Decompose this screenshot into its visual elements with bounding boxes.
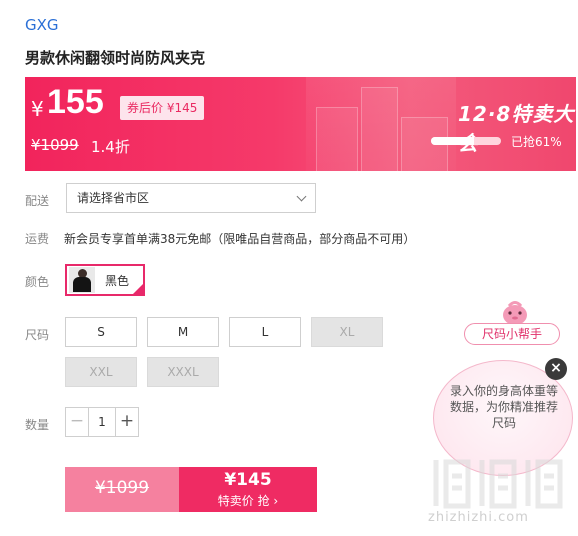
quantity-label: 数量	[25, 418, 50, 432]
color-option-label: 黑色	[105, 274, 130, 288]
buy-cta-label: 特卖价 抢 ›	[217, 494, 279, 508]
color-label: 颜色	[25, 275, 50, 289]
watermark-logo-icon	[433, 459, 563, 509]
sold-progress-text: 已抢61%	[511, 135, 562, 149]
size-helper-button[interactable]: 尺码小帮手	[464, 323, 560, 345]
size-option-m[interactable]: M	[147, 317, 219, 347]
chevron-down-icon	[296, 191, 307, 202]
coupon-price-tag: 券后价 ¥145	[120, 96, 205, 120]
size-label: 尺码	[25, 328, 50, 342]
region-select[interactable]: 请选择省市区	[66, 183, 316, 213]
size-option-xxl: XXL	[65, 357, 137, 387]
size-option-l[interactable]: L	[229, 317, 301, 347]
brand-name[interactable]: GXG	[25, 16, 59, 34]
buy-now-button[interactable]: ¥145 特卖价 抢 ›	[179, 467, 317, 512]
minus-icon[interactable]: −	[66, 408, 89, 436]
original-price: ¥1099	[31, 136, 79, 154]
original-price-button[interactable]: ¥1099	[65, 467, 179, 512]
plus-icon[interactable]: +	[115, 408, 138, 436]
watermark-site: zhizhizhi.com	[428, 510, 529, 525]
sold-progress-bar	[431, 137, 501, 145]
buy-sale-price: ¥145	[224, 470, 272, 490]
buy-original-price: ¥1099	[94, 478, 150, 498]
color-swatch-thumbnail	[69, 267, 95, 293]
size-helper-text: 录入你的身高体重等数据，为你精准推荐尺码	[450, 384, 559, 430]
color-option-black[interactable]: 黑色 ✓	[65, 264, 145, 296]
currency-symbol: ¥	[31, 97, 44, 121]
sold-progress-fill	[431, 137, 474, 145]
discount-rate: 1.4折	[91, 138, 130, 156]
product-title: 男款休闲翻领时尚防风夹克	[25, 49, 206, 67]
region-select-value: 请选择省市区	[77, 191, 150, 205]
sale-price: 155	[47, 83, 104, 121]
check-icon: ✓	[135, 283, 142, 292]
price-banner: ¥ 155 券后价 ¥145 ¥1099 1.4折 12·8特卖大会 已抢61%	[25, 77, 576, 171]
shipping-label: 运费	[25, 232, 50, 246]
size-option-xl: XL	[311, 317, 383, 347]
size-option-s[interactable]: S	[65, 317, 137, 347]
size-option-xxxl: XXXL	[147, 357, 219, 387]
quantity-stepper: − 1 +	[65, 407, 139, 437]
shipping-info: 新会员专享首单满38元免邮（限唯品自营商品，部分商品不可用）	[64, 232, 416, 246]
close-icon[interactable]: ×	[545, 358, 567, 380]
mascot-icon	[503, 301, 527, 325]
quantity-value[interactable]: 1	[89, 408, 115, 436]
delivery-label: 配送	[25, 194, 50, 208]
banner-decoration	[306, 77, 456, 171]
